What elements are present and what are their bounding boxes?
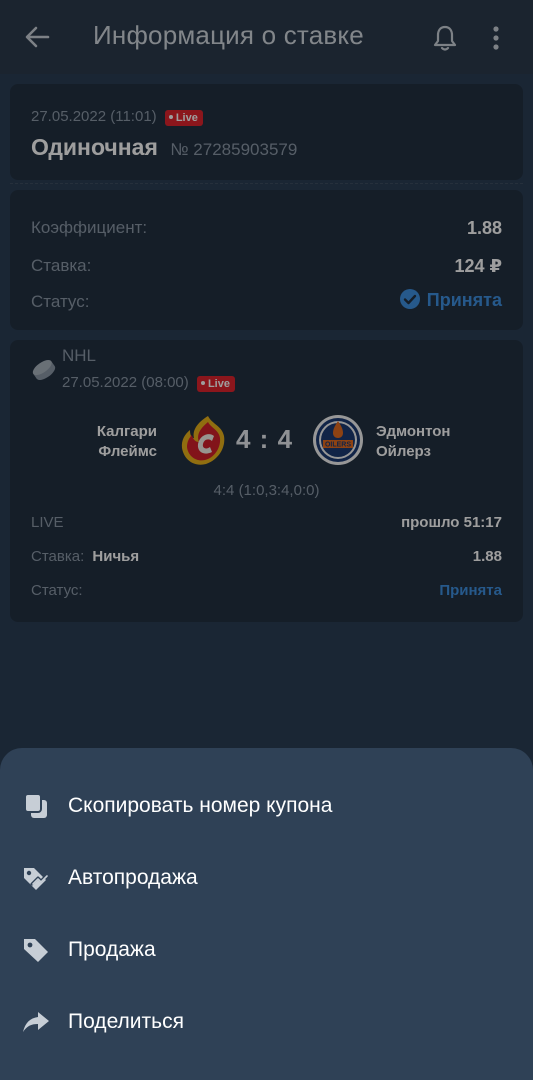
share-item[interactable]: Поделиться xyxy=(0,992,533,1052)
away-team-name: Эдмонтон Ойлерз xyxy=(376,423,451,460)
bell-icon[interactable] xyxy=(432,24,458,52)
home-team-name: Калгари Флеймс xyxy=(96,423,157,460)
event-card: NHL 27.05.2022 (08:00) Live Калгари Флей… xyxy=(10,340,523,622)
bet-date: 27.05.2022 (11:01) xyxy=(31,108,157,125)
event-status-label: Статус: xyxy=(31,582,83,599)
edmonton-oilers-logo: OILERS xyxy=(313,415,363,465)
pick-coef: 1.88 xyxy=(472,548,502,565)
status-label: Статус: xyxy=(31,292,90,311)
event-status-value: Принята xyxy=(439,582,502,599)
app-bar: Информация о ставке xyxy=(0,0,533,74)
share-icon xyxy=(23,1012,49,1032)
league-name: NHL xyxy=(62,346,97,365)
check-circle-icon xyxy=(399,289,420,310)
calgary-flames-logo xyxy=(181,416,225,465)
dashed-divider xyxy=(10,183,523,184)
tag-icon xyxy=(24,939,48,962)
page-title: Информация о ставке xyxy=(93,20,364,50)
stake-label: Ставка: xyxy=(31,256,92,275)
actions-bottom-sheet: Скопировать номер купона Автопродажа Про… xyxy=(0,748,533,1080)
bet-summary-card: Коэффициент: 1.88 Ставка: 124 ₽ Статус: … xyxy=(10,190,523,330)
more-menu-icon[interactable] xyxy=(488,24,504,52)
share-label: Поделиться xyxy=(68,1010,184,1033)
hockey-puck-icon xyxy=(32,360,56,380)
copy-coupon-number-item[interactable]: Скопировать номер купона xyxy=(0,776,533,836)
copy-coupon-number-label: Скопировать номер купона xyxy=(68,794,333,817)
sell-label: Продажа xyxy=(68,938,156,961)
status-value: Принята xyxy=(426,290,502,310)
event-date: 27.05.2022 (08:00) xyxy=(62,374,189,391)
back-arrow-icon[interactable] xyxy=(22,22,52,52)
bet-number: № 27285903579 xyxy=(170,140,298,159)
sell-item[interactable]: Продажа xyxy=(0,920,533,980)
period-scores: 4:4 (1:0,3:4,0:0) xyxy=(213,482,320,499)
live-badge: Live xyxy=(164,110,203,126)
live-indicator: LIVE xyxy=(31,514,64,531)
bet-header-card: 27.05.2022 (11:01) Live Одиночная № 2728… xyxy=(10,84,523,180)
coef-label: Коэффициент: xyxy=(31,218,148,237)
live-badge: Live xyxy=(196,376,235,392)
stake-value: 124 ₽ xyxy=(454,256,502,276)
bet-pick: Ничья xyxy=(92,548,140,565)
svg-text:OILERS: OILERS xyxy=(325,442,351,449)
coef-value: 1.88 xyxy=(466,218,502,238)
elapsed-time: прошло 51:17 xyxy=(401,514,502,531)
event-stake-label: Ставка: xyxy=(31,548,85,565)
score: 4 : 4 xyxy=(236,424,294,454)
autosell-label: Автопродажа xyxy=(68,866,198,889)
copy-icon xyxy=(24,793,47,818)
autosell-icon xyxy=(24,868,49,890)
bet-type: Одиночная xyxy=(31,134,158,160)
autosell-item[interactable]: Автопродажа xyxy=(0,848,533,908)
